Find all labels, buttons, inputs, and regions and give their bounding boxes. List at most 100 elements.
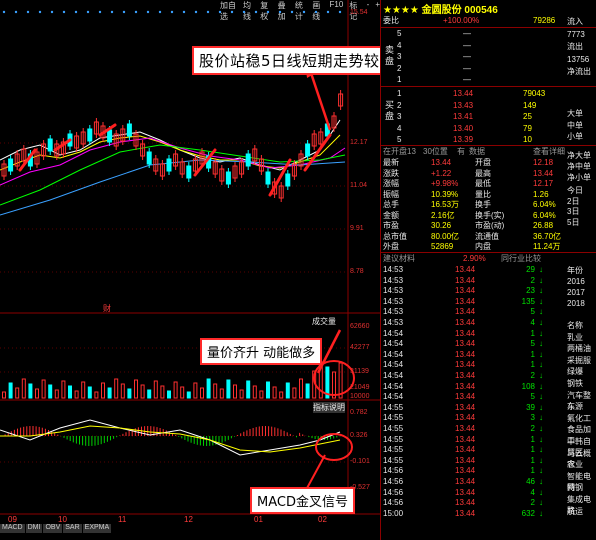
x-tick: 12 bbox=[184, 515, 193, 524]
buy-row[interactable]: 1 13.44 79043 bbox=[383, 88, 595, 99]
volume-label[interactable]: 成交量 bbox=[312, 316, 336, 327]
side-item[interactable]: 流入 bbox=[567, 16, 596, 27]
tab-expma[interactable]: EXPMA bbox=[82, 524, 112, 533]
trade-volume: 632 bbox=[521, 508, 535, 518]
side-item[interactable]: 大单 bbox=[567, 108, 596, 119]
volume: 79 bbox=[523, 123, 532, 133]
sell-row[interactable]: 5— bbox=[383, 28, 595, 39]
trade-volume: 4 bbox=[530, 487, 535, 497]
sell-row[interactable]: 3— bbox=[383, 51, 595, 62]
side-item[interactable]: 净中单 bbox=[567, 161, 596, 172]
buy-row[interactable]: 4 13.40 79 bbox=[383, 123, 595, 134]
trade-price: 13.44 bbox=[455, 466, 476, 476]
marker-dot bbox=[50, 10, 54, 14]
side-item[interactable]: 今日 bbox=[567, 185, 596, 196]
side-item[interactable]: 中单 bbox=[567, 120, 596, 131]
side-item[interactable]: 氟化工 bbox=[567, 413, 596, 424]
trade-volume: 2 bbox=[530, 275, 535, 285]
trade-volume: 23 bbox=[526, 286, 535, 296]
quote-tabs[interactable]: 在开盘13 30位置 有 数据 查看详细 bbox=[383, 146, 595, 157]
stat-value: 13.44 bbox=[533, 168, 554, 178]
trade-time: 14:56 bbox=[383, 487, 404, 497]
kline-chart-area[interactable]: 加自选 均线 复权 叠加 统计 画线 F10 标记 - + 股价站稳5日线短期走… bbox=[0, 0, 380, 540]
side-item[interactable]: 2017 bbox=[567, 287, 596, 298]
indicator-help[interactable]: 指标说明 bbox=[313, 402, 345, 413]
side-item[interactable]: 钢铁 bbox=[567, 378, 596, 389]
trade-row: 14:54 13.44 108 ↓ bbox=[383, 381, 563, 392]
marker-dot bbox=[74, 10, 78, 14]
volume: 10 bbox=[523, 135, 532, 144]
side-item[interactable]: 特钢 bbox=[567, 482, 596, 493]
marker-dot bbox=[254, 10, 258, 14]
level-label: 1 bbox=[397, 75, 402, 84]
chart-svg bbox=[0, 0, 380, 515]
trade-volume: 1 bbox=[530, 360, 535, 370]
marker-dot bbox=[206, 10, 210, 14]
trade-volume: 2 bbox=[530, 424, 535, 433]
stat-value: 11.24万 bbox=[533, 242, 561, 251]
tab-obv[interactable]: OBV bbox=[43, 524, 63, 533]
buy-side-label: 买盘 bbox=[385, 100, 395, 121]
level-label: 1 bbox=[397, 89, 402, 98]
side-item[interactable]: 净大单 bbox=[567, 150, 596, 161]
side-item[interactable]: 5日 bbox=[567, 217, 596, 228]
side-item[interactable]: 13756 bbox=[567, 54, 596, 65]
tab-sar[interactable]: SAR bbox=[63, 524, 82, 533]
side-item[interactable]: 2018 bbox=[567, 298, 596, 309]
side-item[interactable]: 农业 bbox=[567, 459, 596, 470]
down-arrow-icon: ↓ bbox=[539, 328, 543, 338]
side-item[interactable]: 航运 bbox=[567, 506, 596, 517]
tab-macd[interactable]: MACD bbox=[0, 524, 25, 533]
trade-header[interactable]: 建议材料 2.90% 同行业比较 bbox=[383, 253, 595, 264]
trade-volume: 1 bbox=[530, 455, 535, 465]
side-item[interactable]: 绿爆 bbox=[567, 366, 596, 377]
side-item[interactable]: 乳业 bbox=[567, 332, 596, 343]
stat-row: 金额 2.16亿 换手(实) 6.04% bbox=[383, 210, 595, 221]
side-item[interactable]: 年份 bbox=[567, 265, 596, 276]
stat-label: 最低 bbox=[475, 179, 491, 188]
sell-row[interactable]: 4— bbox=[383, 40, 595, 51]
finance-marker[interactable]: 财 bbox=[103, 303, 111, 314]
buy-row[interactable]: 3 13.41 25 bbox=[383, 111, 595, 122]
side-item[interactable]: 采掘服 bbox=[567, 355, 596, 366]
sell-row[interactable]: 2— bbox=[383, 63, 595, 74]
volume: 79043 bbox=[523, 89, 546, 98]
side-item[interactable]: 流出 bbox=[567, 41, 596, 52]
side-item[interactable]: 东源 bbox=[567, 401, 596, 412]
price: 13.44 bbox=[453, 89, 474, 98]
down-arrow-icon: ↓ bbox=[539, 424, 543, 433]
trade-row: 14:54 13.44 1 ↓ bbox=[383, 349, 563, 360]
side-item[interactable]: 3日 bbox=[567, 206, 596, 217]
trade-volume: 5 bbox=[530, 307, 535, 317]
side-item[interactable]: 2日 bbox=[567, 196, 596, 207]
marker-dot bbox=[218, 10, 222, 14]
stat-row: 振幅 10.39% 量比 1.26 bbox=[383, 189, 595, 200]
marker-dot bbox=[158, 10, 162, 14]
side-item[interactable]: 两桶油 bbox=[567, 343, 596, 354]
side-item[interactable]: 净流出 bbox=[567, 66, 596, 77]
trade-row: 14:55 13.44 2 ↓ bbox=[383, 423, 563, 434]
down-arrow-icon: ↓ bbox=[539, 265, 543, 274]
sell-row[interactable]: 1— bbox=[383, 74, 595, 85]
side-item[interactable]: 名称 bbox=[567, 320, 596, 331]
down-arrow-icon: ↓ bbox=[539, 434, 543, 444]
trade-price: 13.44 bbox=[455, 296, 476, 306]
trade-price: 13.44 bbox=[455, 392, 476, 402]
stat-label: 市盈(动) bbox=[475, 221, 505, 230]
side-item[interactable]: 7773 bbox=[567, 29, 596, 40]
tab-dmi[interactable]: DMI bbox=[25, 524, 43, 533]
stat-value: 12.18 bbox=[533, 158, 554, 167]
side-item[interactable]: 小单 bbox=[567, 131, 596, 142]
price: — bbox=[463, 75, 471, 84]
side-item[interactable]: 2016 bbox=[567, 276, 596, 287]
side-item[interactable]: 净小单 bbox=[567, 172, 596, 183]
buy-row[interactable]: 2 13.43 149 bbox=[383, 100, 595, 111]
buy-row[interactable]: 5 13.39 10 bbox=[383, 134, 595, 145]
down-arrow-icon: ↓ bbox=[539, 455, 543, 465]
trade-price: 13.44 bbox=[455, 371, 476, 380]
trade-volume: 39 bbox=[526, 402, 535, 412]
stat-label: 金额 bbox=[383, 210, 399, 220]
stat-label: 内盘 bbox=[475, 242, 491, 251]
volume-tick: 21049 bbox=[350, 384, 370, 391]
volume-tick: 62660 bbox=[350, 323, 370, 330]
